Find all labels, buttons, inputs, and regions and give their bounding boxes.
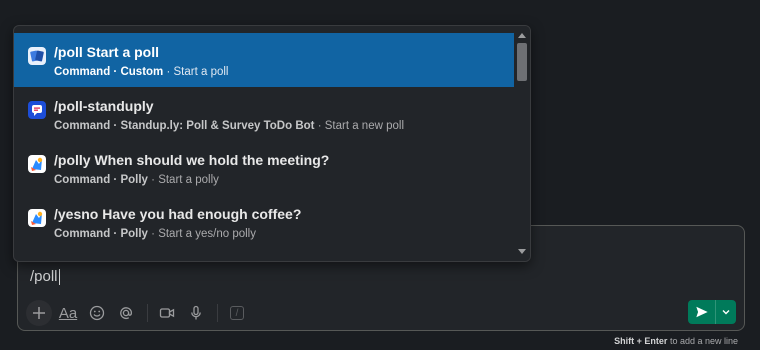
video-clip-button[interactable] bbox=[154, 300, 180, 326]
message-input[interactable]: /poll bbox=[30, 268, 60, 285]
newline-hint-keys: Shift + Enter bbox=[614, 336, 668, 346]
command-title: /polly When should we hold the meeting? bbox=[54, 152, 330, 168]
shortcuts-button[interactable]: / bbox=[224, 300, 250, 326]
command-meta: Command · Custom · Start a poll bbox=[54, 66, 229, 78]
toolbar-divider bbox=[217, 304, 218, 322]
send-button[interactable] bbox=[688, 300, 715, 324]
toolbar-divider bbox=[147, 304, 148, 322]
slash-command-autocomplete: /poll Start a poll Command · Custom · St… bbox=[13, 25, 531, 262]
audio-clip-button[interactable] bbox=[183, 300, 209, 326]
mention-button[interactable] bbox=[113, 300, 139, 326]
command-meta: Command · Standup.ly: Poll & Survey ToDo… bbox=[54, 120, 404, 132]
command-item-partial[interactable] bbox=[14, 249, 516, 261]
command-item[interactable]: /poll Start a poll Command · Custom · St… bbox=[14, 33, 516, 87]
polly-app-icon bbox=[28, 209, 46, 227]
scroll-down-arrow-icon[interactable] bbox=[518, 249, 526, 254]
schedule-send-dropdown[interactable] bbox=[716, 300, 736, 324]
plus-icon bbox=[33, 307, 45, 319]
video-camera-icon bbox=[159, 308, 175, 318]
command-item[interactable]: /poll-standuply Command · Standup.ly: Po… bbox=[14, 87, 516, 141]
chevron-down-icon bbox=[722, 310, 730, 315]
attach-plus-button[interactable] bbox=[26, 300, 52, 326]
popup-scrollbar[interactable] bbox=[514, 26, 530, 261]
command-title: /poll-standuply bbox=[54, 98, 154, 114]
standuply-app-icon bbox=[28, 101, 46, 119]
newline-hint: Shift + Enter to add a new line bbox=[614, 336, 738, 346]
emoji-button[interactable] bbox=[84, 300, 110, 326]
text-caret bbox=[58, 268, 60, 285]
poll-app-icon bbox=[28, 47, 46, 65]
composer-toolbar: Aa / bbox=[26, 300, 253, 326]
slash-command-icon: / bbox=[230, 306, 244, 320]
microphone-icon bbox=[191, 305, 201, 320]
emoji-icon bbox=[89, 305, 105, 321]
slack-composer-area: /poll Aa / Shift + Enter to add a new li… bbox=[0, 0, 760, 350]
command-title: /poll Start a poll bbox=[54, 44, 160, 60]
command-item[interactable]: /yesno Have you had enough coffee? Comma… bbox=[14, 195, 516, 249]
formatting-button[interactable]: Aa bbox=[55, 300, 81, 326]
polly-app-icon bbox=[28, 155, 46, 173]
send-arrow-icon bbox=[695, 306, 708, 318]
scroll-thumb[interactable] bbox=[517, 43, 527, 81]
message-input-text: /poll bbox=[30, 268, 58, 285]
command-meta: Command · Polly · Start a yes/no polly bbox=[54, 228, 256, 240]
at-sign-icon bbox=[120, 307, 133, 319]
command-item[interactable]: /polly When should we hold the meeting? … bbox=[14, 141, 516, 195]
formatting-icon: Aa bbox=[58, 304, 78, 322]
command-meta: Command · Polly · Start a polly bbox=[54, 174, 219, 186]
scroll-up-arrow-icon[interactable] bbox=[518, 33, 526, 38]
send-button-group bbox=[688, 300, 736, 324]
command-list: /poll Start a poll Command · Custom · St… bbox=[14, 33, 516, 261]
command-title: /yesno Have you had enough coffee? bbox=[54, 206, 302, 222]
newline-hint-text: to add a new line bbox=[669, 336, 738, 346]
